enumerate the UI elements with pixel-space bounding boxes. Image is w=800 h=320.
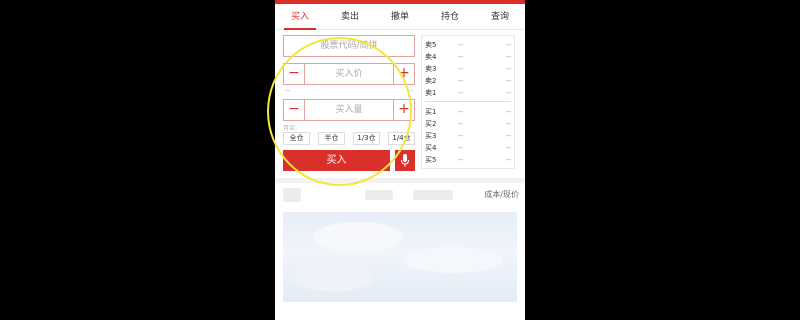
ask-row-3: 卖3 -- -- bbox=[422, 63, 514, 75]
price-increase-button[interactable]: + bbox=[393, 64, 414, 84]
microphone-icon bbox=[401, 154, 409, 167]
blurred-shape bbox=[313, 222, 403, 252]
quantity-input[interactable]: 买入量 bbox=[305, 100, 393, 120]
tab-buy[interactable]: 买入 bbox=[275, 4, 325, 30]
order-book-price: -- bbox=[458, 53, 464, 61]
order-book-price: -- bbox=[458, 132, 464, 140]
quantity-increase-button[interactable]: + bbox=[393, 100, 414, 120]
blurred-holdings-area bbox=[283, 212, 517, 302]
bid-row-5: 买5 -- -- bbox=[422, 154, 514, 166]
bid-row-2: 买2 -- -- bbox=[422, 118, 514, 130]
order-book-volume: -- bbox=[505, 89, 511, 97]
order-book-volume: -- bbox=[505, 77, 511, 85]
order-book-price: -- bbox=[458, 144, 464, 152]
cost-price-header[interactable]: 成本/现价 bbox=[484, 189, 519, 200]
order-book-price: -- bbox=[458, 120, 464, 128]
buy-form: 股票代码/简拼 − 买入价 + -- -- − 买入量 + 可买: 全仓 半仓 … bbox=[283, 35, 416, 171]
order-book-volume: -- bbox=[505, 53, 511, 61]
available-hint: 可买: bbox=[283, 125, 298, 132]
position-third-button[interactable]: 1/3仓 bbox=[353, 132, 380, 145]
order-book-volume: -- bbox=[505, 156, 511, 164]
tab-positions[interactable]: 持仓 bbox=[425, 4, 475, 29]
order-book-volume: -- bbox=[505, 41, 511, 49]
order-book-label: 买5 bbox=[425, 156, 437, 164]
order-book-volume: -- bbox=[505, 108, 511, 116]
order-book-label: 卖4 bbox=[425, 53, 437, 61]
blurred-text bbox=[365, 190, 393, 200]
order-book-volume: -- bbox=[505, 65, 511, 73]
trade-tabs: 买入 卖出 撤单 持仓 查询 bbox=[275, 4, 525, 30]
position-half-button[interactable]: 半仓 bbox=[318, 132, 345, 145]
bid-row-1: 买1 -- -- bbox=[422, 106, 514, 118]
order-book-volume: -- bbox=[505, 144, 511, 152]
order-book-label: 卖2 bbox=[425, 77, 437, 85]
price-stepper: − 买入价 + bbox=[283, 63, 415, 85]
order-book-price: -- bbox=[458, 89, 464, 97]
voice-input-button[interactable] bbox=[395, 150, 415, 171]
bid-row-3: 买3 -- -- bbox=[422, 130, 514, 142]
ask-row-2: 卖2 -- -- bbox=[422, 75, 514, 87]
price-input[interactable]: 买入价 bbox=[305, 64, 393, 84]
blurred-text bbox=[413, 190, 453, 200]
order-book-label: 卖1 bbox=[425, 89, 437, 97]
trade-screen: 买入 卖出 撤单 持仓 查询 股票代码/简拼 − 买入价 + -- -- − 买… bbox=[275, 0, 525, 320]
price-limits: -- -- bbox=[283, 87, 415, 97]
ask-row-5: 卖5 -- -- bbox=[422, 39, 514, 51]
limit-up-value: -- bbox=[407, 87, 413, 95]
buy-submit-button[interactable]: 买入 bbox=[283, 150, 390, 171]
position-quarter-button[interactable]: 1/4仓 bbox=[388, 132, 415, 145]
order-book-label: 买4 bbox=[425, 144, 437, 152]
stock-code-input[interactable]: 股票代码/简拼 bbox=[283, 35, 415, 57]
blurred-text bbox=[283, 188, 301, 202]
order-book-price: -- bbox=[458, 41, 464, 49]
position-shortcuts: 全仓 半仓 1/3仓 1/4仓 bbox=[283, 132, 415, 145]
tab-cancel[interactable]: 撤单 bbox=[375, 4, 425, 29]
order-book-volume: -- bbox=[505, 132, 511, 140]
order-book-label: 卖3 bbox=[425, 65, 437, 73]
ask-row-1: 卖1 -- -- bbox=[422, 87, 514, 99]
order-book-label: 买3 bbox=[425, 132, 437, 140]
order-book-divider bbox=[425, 101, 511, 102]
ask-row-4: 卖4 -- -- bbox=[422, 51, 514, 63]
blurred-shape bbox=[293, 267, 373, 291]
limit-down-value: -- bbox=[285, 87, 291, 95]
price-decrease-button[interactable]: − bbox=[284, 64, 305, 84]
order-book-price: -- bbox=[458, 108, 464, 116]
order-book-volume: -- bbox=[505, 120, 511, 128]
quantity-decrease-button[interactable]: − bbox=[284, 100, 305, 120]
quantity-stepper: − 买入量 + bbox=[283, 99, 415, 121]
section-divider bbox=[275, 178, 525, 183]
holdings-header: 成本/现价 bbox=[275, 186, 525, 204]
position-full-button[interactable]: 全仓 bbox=[283, 132, 310, 145]
tab-sell[interactable]: 卖出 bbox=[325, 4, 375, 29]
blurred-shape bbox=[403, 247, 503, 273]
order-book: 卖5 -- -- 卖4 -- -- 卖3 -- -- 卖2 -- -- 卖1 -… bbox=[421, 35, 515, 169]
order-book-label: 卖5 bbox=[425, 41, 437, 49]
order-book-price: -- bbox=[458, 65, 464, 73]
order-book-label: 买1 bbox=[425, 108, 437, 116]
bid-row-4: 买4 -- -- bbox=[422, 142, 514, 154]
order-book-price: -- bbox=[458, 156, 464, 164]
tab-query[interactable]: 查询 bbox=[475, 4, 525, 29]
order-book-label: 买2 bbox=[425, 120, 437, 128]
order-book-price: -- bbox=[458, 77, 464, 85]
